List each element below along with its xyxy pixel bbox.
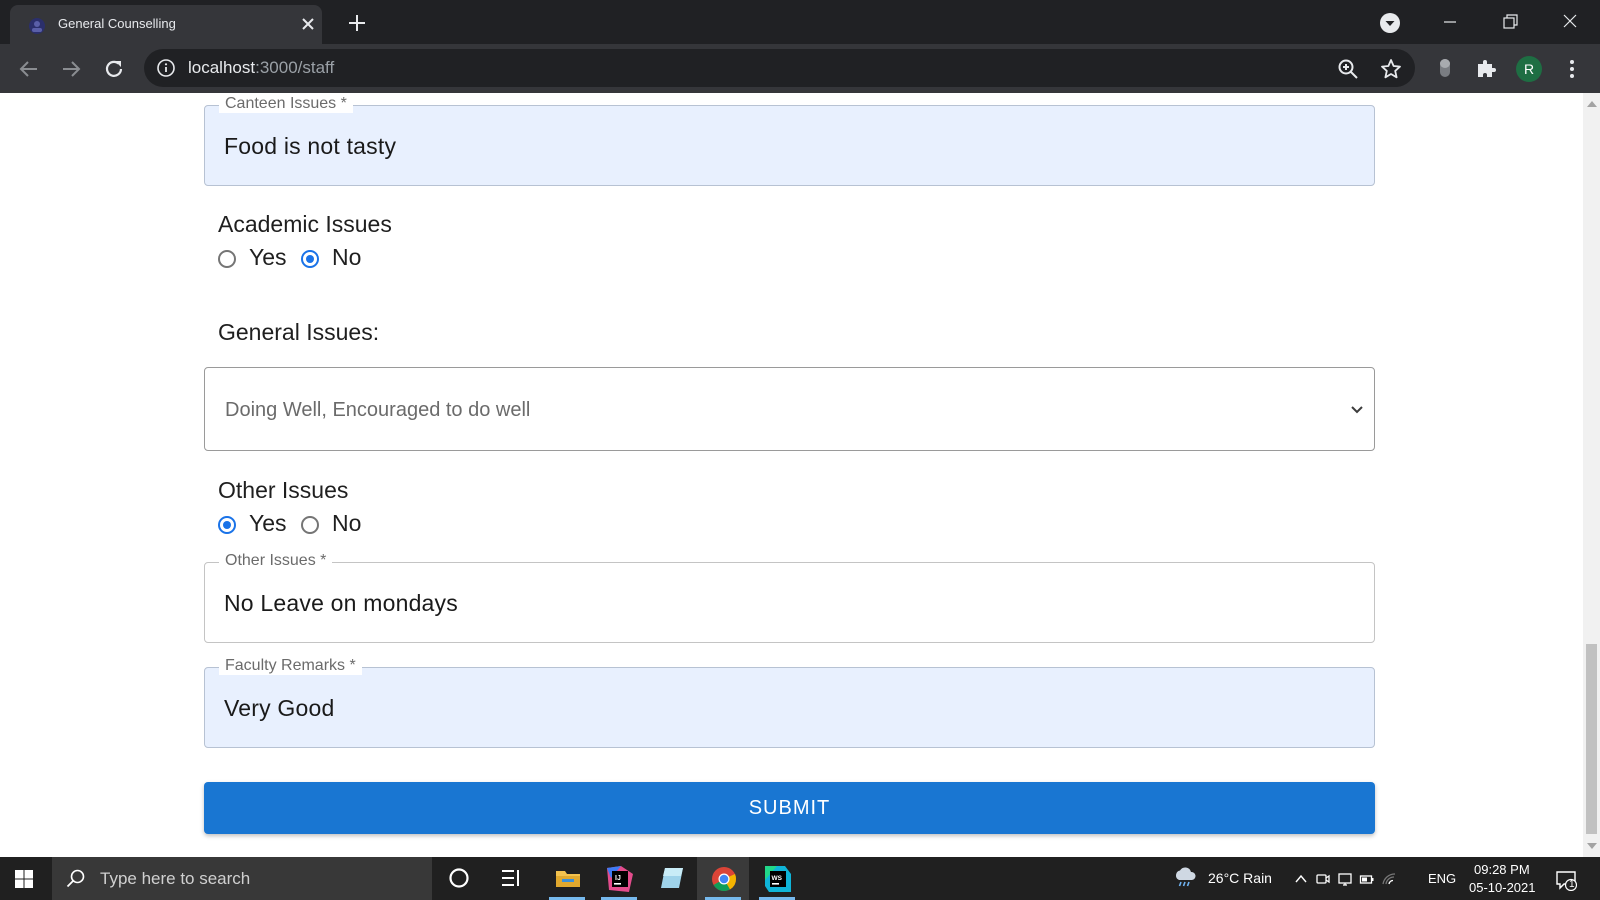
wifi-icon[interactable] (1381, 871, 1397, 887)
restore-icon[interactable] (1496, 8, 1524, 36)
faculty-remarks-field[interactable]: Faculty Remarks * Very Good (204, 657, 1375, 748)
svg-text:IJ: IJ (615, 875, 621, 882)
notification-count-badge: 1 (1569, 879, 1575, 890)
tab-close-icon[interactable] (298, 14, 318, 34)
search-icon (66, 869, 85, 888)
window-close-icon[interactable] (1556, 8, 1584, 36)
language-indicator[interactable]: ENG (1428, 871, 1456, 886)
windows-start-icon[interactable] (14, 869, 34, 889)
page-viewport: Canteen Issues * Food is not tasty Acade… (0, 93, 1583, 857)
file-explorer-icon (556, 871, 580, 887)
notepad-icon (661, 868, 683, 888)
taskbar-chrome[interactable] (697, 857, 749, 900)
faculty-remarks-value: Very Good (224, 695, 335, 721)
intellij-icon: IJ (607, 866, 633, 892)
cortana-button[interactable] (433, 857, 485, 900)
clock-date[interactable]: 05-10-2021 (1469, 880, 1536, 895)
profile-avatar[interactable]: R (1516, 56, 1542, 82)
weather-rain-icon[interactable] (1173, 867, 1197, 889)
taskbar-file-explorer[interactable] (541, 857, 593, 900)
academic-yes-radio[interactable] (218, 250, 236, 268)
show-hidden-icons-icon[interactable] (1293, 871, 1309, 887)
minimize-icon[interactable] (1436, 8, 1464, 36)
browser-tab[interactable]: General Counselling (10, 5, 322, 44)
address-bar[interactable]: localhost:3000/staff (144, 49, 1415, 87)
academic-no-label[interactable]: No (332, 244, 361, 271)
general-issues-value: Doing Well, Encouraged to do well (225, 399, 531, 421)
faculty-remarks-label: Faculty Remarks * (219, 657, 362, 675)
extension-capsule-icon[interactable] (1433, 56, 1457, 80)
task-view-button[interactable] (485, 857, 537, 900)
meet-now-icon[interactable] (1315, 871, 1331, 887)
academic-no-radio[interactable] (301, 250, 319, 268)
scrollbar-thumb[interactable] (1586, 644, 1597, 834)
other-issues-field-label: Other Issues * (219, 552, 333, 570)
cortana-circle-icon (449, 868, 469, 888)
other-no-label[interactable]: No (332, 510, 361, 537)
taskbar-search-box[interactable]: Type here to search (52, 857, 432, 900)
new-tab-icon[interactable] (345, 11, 369, 35)
general-issues-label: General Issues: (218, 319, 380, 345)
forward-arrow-icon[interactable] (58, 56, 84, 82)
browser-tabstrip: General Counselling (0, 0, 1600, 44)
reload-icon[interactable] (101, 56, 127, 82)
canteen-issues-value: Food is not tasty (224, 133, 397, 159)
canteen-issues-label: Canteen Issues * (219, 95, 353, 113)
page-scrollbar[interactable] (1583, 93, 1600, 857)
site-info-icon[interactable] (156, 58, 176, 78)
browser-toolbar: localhost:3000/staff R (0, 44, 1600, 93)
back-arrow-icon[interactable] (16, 56, 42, 82)
zoom-icon[interactable] (1337, 58, 1359, 80)
site-favicon-icon (29, 18, 45, 34)
chevron-down-icon (1351, 406, 1363, 414)
scroll-down-arrow-icon[interactable] (1587, 843, 1597, 849)
battery-icon[interactable] (1359, 871, 1375, 887)
tab-title: General Counselling (58, 16, 176, 31)
other-issues-field[interactable]: Other Issues * No Leave on mondays (204, 552, 1375, 643)
clock-time[interactable]: 09:28 PM (1474, 862, 1530, 877)
other-issues-value: No Leave on mondays (224, 590, 458, 616)
task-view-icon (502, 870, 519, 886)
taskbar-intellij[interactable]: IJ (593, 857, 645, 900)
other-issues-label: Other Issues (218, 477, 349, 503)
other-yes-radio[interactable] (218, 516, 236, 534)
url-path: :3000/staff (255, 58, 335, 77)
canteen-issues-field[interactable]: Canteen Issues * Food is not tasty (204, 95, 1375, 186)
bookmark-star-icon[interactable] (1380, 58, 1402, 80)
chrome-icon (712, 867, 737, 892)
general-issues-select[interactable]: Doing Well, Encouraged to do well (204, 367, 1375, 451)
tab-search-icon[interactable] (1379, 12, 1401, 34)
browser-menu-icon[interactable] (1562, 57, 1582, 81)
network-icon[interactable] (1337, 871, 1353, 887)
weather-text[interactable]: 26°C Rain (1208, 870, 1272, 886)
webstorm-icon: WS (765, 866, 791, 892)
scroll-up-arrow-icon[interactable] (1587, 101, 1597, 107)
academic-yes-label[interactable]: Yes (249, 244, 287, 271)
taskbar-webstorm[interactable]: WS (751, 857, 803, 900)
other-yes-label[interactable]: Yes (249, 510, 287, 537)
url-host: localhost (188, 58, 256, 77)
other-no-radio[interactable] (301, 516, 319, 534)
taskbar-notepad-app[interactable] (645, 857, 697, 900)
academic-issues-label: Academic Issues (218, 211, 392, 237)
taskbar-search-placeholder: Type here to search (100, 869, 251, 888)
url-text: localhost:3000/staff (188, 58, 334, 78)
svg-text:WS: WS (772, 875, 783, 882)
windows-taskbar: Type here to search IJ WS 26°C Rain ENG … (0, 857, 1600, 900)
submit-button[interactable]: SUBMIT (204, 782, 1375, 834)
extensions-puzzle-icon[interactable] (1474, 56, 1498, 80)
